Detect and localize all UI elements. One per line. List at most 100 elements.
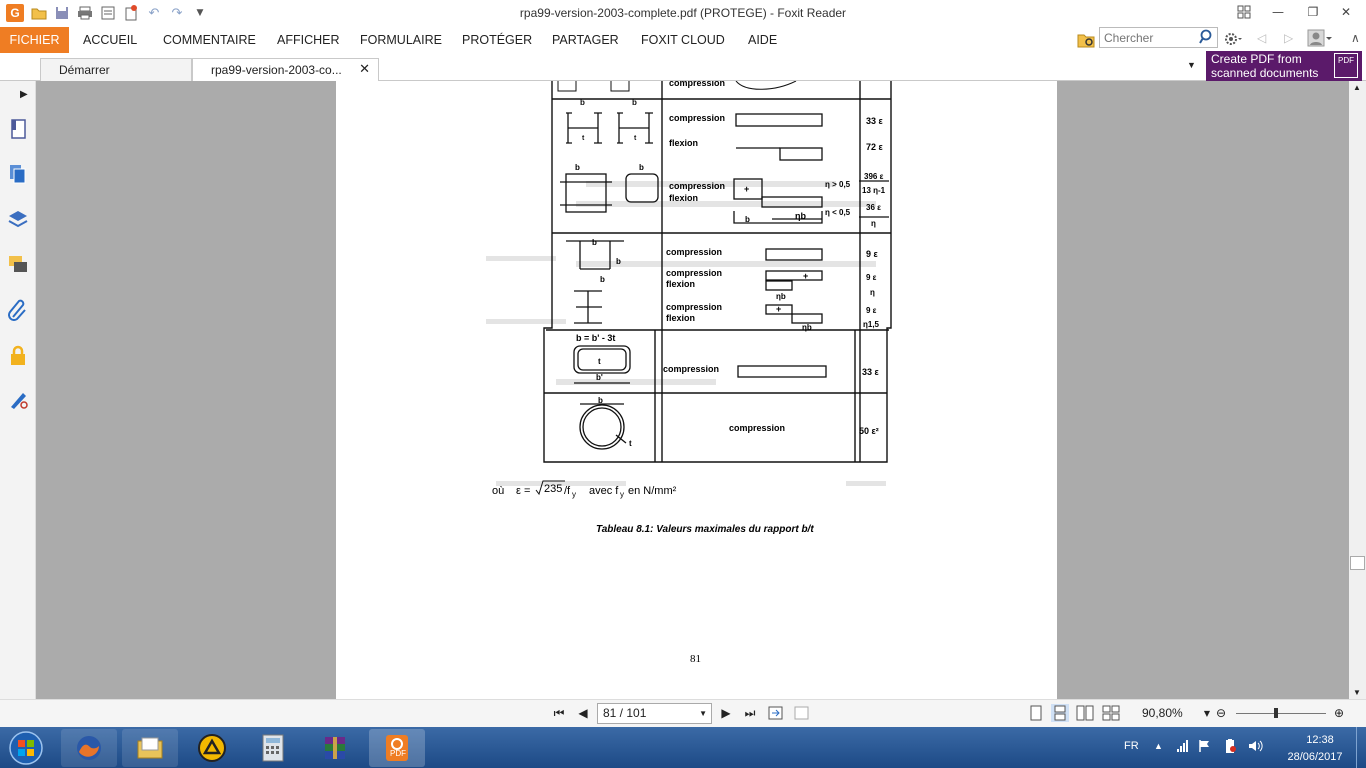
action-center-flag-icon[interactable]: [1198, 739, 1212, 756]
minimize-button[interactable]: —: [1265, 2, 1291, 22]
row1-case-1: flexion: [669, 138, 698, 148]
first-page-icon[interactable]: ⏮: [550, 704, 568, 722]
winrar-taskbar-icon[interactable]: [307, 729, 363, 767]
scroll-down-icon[interactable]: ▼: [1353, 688, 1361, 697]
network-signal-icon[interactable]: [1176, 739, 1190, 756]
clock-date[interactable]: 28/06/2017: [1280, 751, 1350, 763]
properties-icon[interactable]: [99, 4, 117, 22]
formula-tail: avec f: [589, 485, 619, 497]
restore-button[interactable]: ❐: [1300, 2, 1326, 22]
foxit-logo-icon[interactable]: G: [6, 4, 24, 22]
find-folder-icon[interactable]: [1077, 31, 1095, 52]
zoom-out-icon[interactable]: ⊖: [1212, 704, 1230, 722]
continuous-facing-view-icon[interactable]: [1102, 704, 1120, 722]
menu-proteger[interactable]: PROTÉGER: [462, 27, 532, 53]
close-button[interactable]: ✕: [1333, 2, 1359, 22]
page-number-field[interactable]: 81 / 101 ▼: [597, 703, 712, 724]
row-5: [579, 403, 627, 450]
zoom-slider-thumb[interactable]: [1274, 708, 1278, 718]
open-folder-icon[interactable]: [30, 4, 48, 22]
tab-document[interactable]: rpa99-version-2003-co... ✕: [192, 58, 379, 82]
page-dropdown-icon[interactable]: ▼: [699, 704, 707, 723]
next-view-icon[interactable]: [793, 704, 811, 722]
user-avatar-icon[interactable]: [1307, 29, 1333, 50]
last-page-icon[interactable]: ⏭: [741, 704, 759, 722]
attachment-icon[interactable]: [6, 298, 30, 322]
document-area[interactable]: compression b b t t compression flexion …: [36, 78, 1349, 699]
menu-accueil[interactable]: ACCUEIL: [83, 27, 137, 53]
continuous-view-icon[interactable]: [1051, 704, 1069, 722]
tab-demarrer[interactable]: Démarrer: [40, 58, 192, 82]
create-pdf-promo[interactable]: Create PDF from scanned documents PDF: [1206, 51, 1362, 81]
svg-text:+: +: [744, 184, 749, 194]
search-box[interactable]: [1099, 27, 1218, 48]
tab-label: rpa99-version-2003-co...: [211, 63, 342, 77]
print-icon[interactable]: [76, 4, 94, 22]
settings-gear-icon[interactable]: [1224, 31, 1242, 50]
menu-fichier[interactable]: FICHIER: [0, 27, 69, 53]
pages-icon[interactable]: [6, 162, 30, 186]
expand-panel-icon[interactable]: ▶: [20, 89, 28, 100]
show-hidden-icons-icon[interactable]: ▲: [1154, 741, 1163, 751]
menu-afficher[interactable]: AFFICHER: [277, 27, 340, 53]
next-arrow-icon[interactable]: ▷: [1284, 31, 1293, 45]
save-icon[interactable]: [53, 4, 71, 22]
scroll-up-icon[interactable]: ▲: [1353, 83, 1361, 92]
layers-icon[interactable]: [6, 207, 30, 231]
new-document-icon[interactable]: [122, 4, 140, 22]
row2-condition-0: η > 0,5: [825, 180, 851, 189]
power-status-icon[interactable]: [1223, 738, 1237, 757]
page-number: 81: [690, 653, 701, 665]
row3-limit-4: η1,5: [863, 320, 880, 329]
zoom-slider[interactable]: [1236, 713, 1326, 714]
row2-case-0: compression: [669, 181, 725, 191]
tab-list-chevron-icon[interactable]: ▼: [1187, 60, 1196, 70]
volume-icon[interactable]: [1248, 739, 1264, 756]
language-indicator[interactable]: FR: [1124, 740, 1139, 752]
svg-text:b: b: [616, 257, 621, 266]
single-page-view-icon[interactable]: [1027, 704, 1045, 722]
customize-chevron-icon[interactable]: ▼: [191, 4, 209, 22]
start-button[interactable]: [4, 728, 48, 768]
comments-icon[interactable]: [6, 253, 30, 277]
close-tab-icon[interactable]: ✕: [359, 59, 370, 81]
ribbon-display-icon[interactable]: [1231, 2, 1257, 22]
page-thumbnail-icon[interactable]: [6, 117, 30, 141]
menu-aide[interactable]: AIDE: [748, 27, 777, 53]
undo-icon[interactable]: ↶: [145, 4, 163, 22]
svg-text:t: t: [582, 135, 585, 142]
menu-foxit-cloud[interactable]: FOXIT CLOUD: [641, 27, 725, 53]
signature-icon[interactable]: [6, 388, 30, 412]
vertical-scrollbar[interactable]: ▲ ▼: [1349, 81, 1366, 699]
svg-text:b: b: [600, 275, 605, 284]
row4-note: b = b' - 3t: [576, 333, 615, 343]
scrollbar-thumb[interactable]: [1350, 556, 1365, 570]
facing-view-icon[interactable]: [1076, 704, 1094, 722]
previous-page-icon[interactable]: ◀: [574, 704, 592, 722]
show-desktop-button[interactable]: [1356, 727, 1366, 768]
svg-text:b: b: [639, 163, 644, 172]
formula-root: 235: [544, 483, 562, 495]
next-page-icon[interactable]: ▶: [717, 704, 735, 722]
menu-partager[interactable]: PARTAGER: [552, 27, 619, 53]
search-icon[interactable]: [1199, 29, 1215, 48]
collapse-ribbon-icon[interactable]: ∧: [1351, 31, 1360, 45]
clock-time[interactable]: 12:38: [1290, 734, 1350, 746]
search-input[interactable]: [1104, 28, 1200, 47]
prev-arrow-icon[interactable]: ◁: [1257, 31, 1266, 45]
zoom-in-icon[interactable]: ⊕: [1330, 704, 1348, 722]
zoom-level[interactable]: 90,80%: [1142, 706, 1183, 720]
previous-view-icon[interactable]: [767, 704, 785, 722]
redo-icon[interactable]: ↷: [168, 4, 186, 22]
archicad-taskbar-icon[interactable]: [184, 729, 240, 767]
file-explorer-taskbar-icon[interactable]: [122, 729, 178, 767]
menu-commentaire[interactable]: COMMENTAIRE: [163, 27, 256, 53]
windows-taskbar: PDF FR ▲ 12:38 28/06/2017: [0, 727, 1366, 768]
menu-formulaire[interactable]: FORMULAIRE: [360, 27, 442, 53]
calculator-taskbar-icon[interactable]: [245, 729, 301, 767]
firefox-taskbar-icon[interactable]: [61, 729, 117, 767]
pdf-page: compression b b t t compression flexion …: [336, 78, 1057, 699]
security-lock-icon[interactable]: [6, 343, 30, 367]
row2-limit-1: 13 η-1: [862, 186, 886, 195]
foxit-reader-taskbar-icon[interactable]: PDF: [369, 729, 425, 767]
